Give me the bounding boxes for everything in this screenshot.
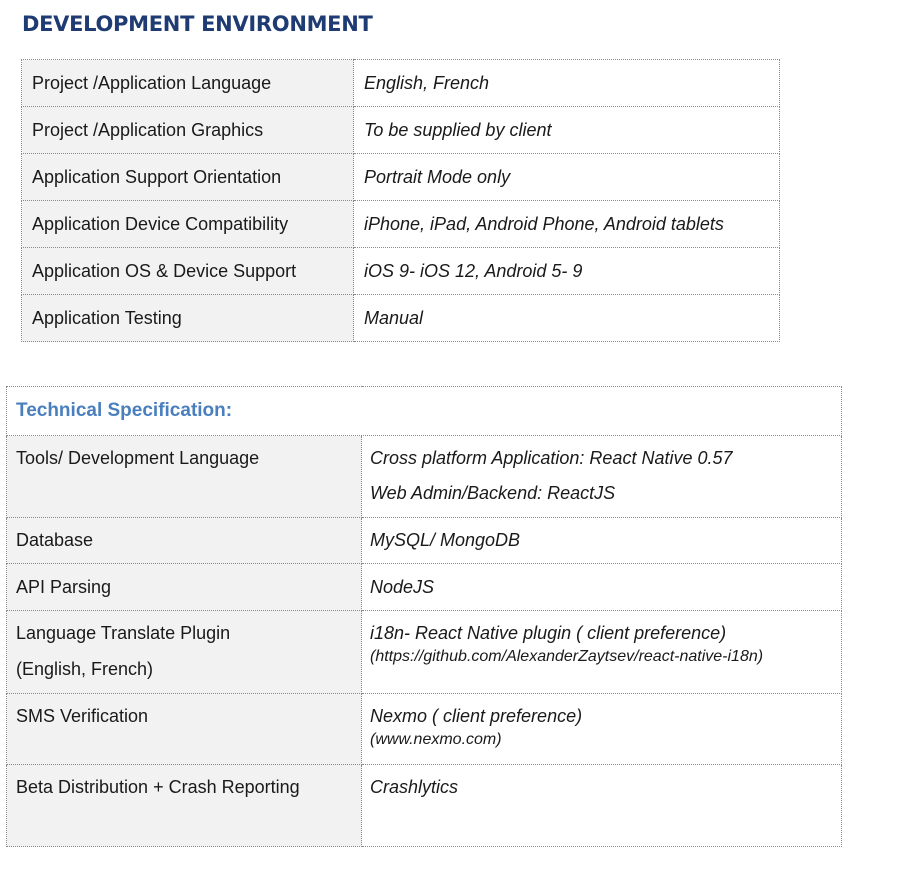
row-label-line: (English, French) — [16, 659, 154, 679]
table-row: Database MySQL/ MongoDB — [6, 517, 842, 564]
row-value: i18n- React Native plugin ( client prefe… — [361, 610, 842, 694]
row-label: Application Support Orientation — [21, 153, 354, 201]
row-value-line: i18n- React Native plugin ( client prefe… — [370, 623, 727, 643]
table-row: Project /Application Language English, F… — [21, 59, 780, 107]
technical-specification-title: Technical Specification: — [6, 386, 842, 436]
table-row: SMS Verification Nexmo ( client preferen… — [6, 693, 842, 765]
table-row: Tools/ Development Language Cross platfo… — [6, 435, 842, 518]
row-label: Project /Application Graphics — [21, 106, 354, 154]
row-label: Database — [6, 517, 362, 564]
row-value-line: Web Admin/Backend: ReactJS — [370, 483, 616, 503]
row-value-line: Cross platform Application: React Native… — [370, 448, 733, 468]
row-label: Application OS & Device Support — [21, 247, 354, 295]
table-title-row: Technical Specification: — [6, 386, 842, 436]
row-value: Cross platform Application: React Native… — [361, 435, 842, 518]
row-value-line: NodeJS — [370, 576, 435, 597]
table-row: Beta Distribution + Crash Reporting Cras… — [6, 764, 842, 847]
row-label: Beta Distribution + Crash Reporting — [6, 764, 362, 847]
table-row: Application Support Orientation Portrait… — [21, 153, 780, 201]
row-value-line: (https://github.com/AlexanderZaytsev/rea… — [370, 648, 764, 665]
row-value: NodeJS — [361, 563, 842, 611]
row-value-line: (www.nexmo.com) — [370, 731, 502, 748]
dev-environment-table: Project /Application Language English, F… — [21, 59, 780, 342]
row-label: Application Device Compatibility — [21, 200, 354, 248]
table-row: Application Device Compatibility iPhone,… — [21, 200, 780, 248]
row-value-line: Nexmo ( client preference) — [370, 706, 583, 726]
row-value: English, French — [353, 59, 780, 107]
row-value: iPhone, iPad, Android Phone, Android tab… — [353, 200, 780, 248]
row-label: Language Translate Plugin (English, Fren… — [6, 610, 362, 694]
row-label: Tools/ Development Language — [6, 435, 362, 518]
table-row: API Parsing NodeJS — [6, 563, 842, 611]
row-value-line: MySQL/ MongoDB — [370, 530, 521, 550]
row-label: Application Testing — [21, 294, 354, 342]
row-value: Crashlytics — [361, 764, 842, 847]
table-row: Application OS & Device Support iOS 9- i… — [21, 247, 780, 295]
row-value: MySQL/ MongoDB — [361, 517, 842, 564]
table-row: Language Translate Plugin (English, Fren… — [6, 610, 842, 694]
row-value: To be supplied by client — [353, 106, 780, 154]
row-label: Project /Application Language — [21, 59, 354, 107]
row-label-line: Language Translate Plugin — [16, 623, 231, 643]
row-value: Nexmo ( client preference) (www.nexmo.co… — [361, 693, 842, 765]
section-heading-dev-environment: DEVELOPMENT ENVIRONMENT — [22, 12, 373, 36]
row-value: Manual — [353, 294, 780, 342]
row-value: Portrait Mode only — [353, 153, 780, 201]
row-value-line: Crashlytics — [370, 777, 459, 797]
technical-specification-table: Technical Specification: Tools/ Developm… — [6, 386, 842, 847]
row-label: API Parsing — [6, 563, 362, 611]
table-row: Project /Application Graphics To be supp… — [21, 106, 780, 154]
row-label: SMS Verification — [6, 693, 362, 765]
row-value: iOS 9- iOS 12, Android 5- 9 — [353, 247, 780, 295]
table-row: Application Testing Manual — [21, 294, 780, 342]
